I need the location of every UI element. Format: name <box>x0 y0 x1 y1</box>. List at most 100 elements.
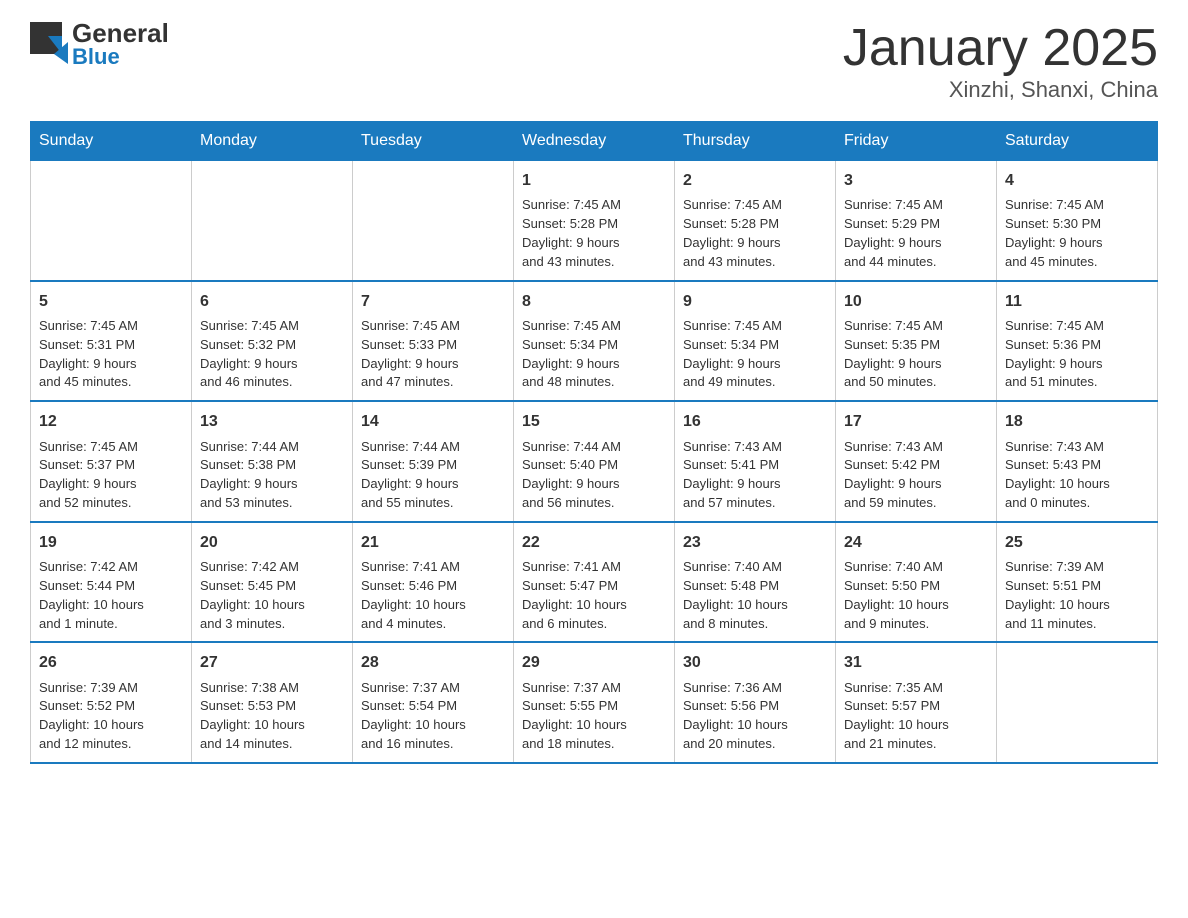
day-number: 15 <box>522 410 666 433</box>
calendar-cell: 3 Sunrise: 7:45 AM Sunset: 5:29 PM Daylig… <box>836 161 997 281</box>
calendar-cell: 15 Sunrise: 7:44 AM Sunset: 5:40 PM Dayli… <box>514 401 675 522</box>
calendar-cell: 6 Sunrise: 7:45 AM Sunset: 5:32 PM Daylig… <box>192 281 353 402</box>
day-info: Sunrise: 7:45 AM Sunset: 5:34 PM Dayligh… <box>683 317 827 392</box>
calendar-cell: 13 Sunrise: 7:44 AM Sunset: 5:38 PM Dayli… <box>192 401 353 522</box>
weekday-header-wednesday: Wednesday <box>514 122 675 161</box>
calendar-title: January 2025 <box>843 20 1158 77</box>
calendar-cell: 16Sunrise: 7:43 AM Sunset: 5:41 PM Dayli… <box>675 401 836 522</box>
day-info: Sunrise: 7:39 AM Sunset: 5:51 PM Dayligh… <box>1005 558 1149 633</box>
calendar-cell: 30 Sunrise: 7:36 AM Sunset: 5:56 PM Dayli… <box>675 642 836 763</box>
calendar-cell: 26Sunrise: 7:39 AM Sunset: 5:52 PM Dayli… <box>31 642 192 763</box>
calendar-week-3: 12 Sunrise: 7:45 AM Sunset: 5:37 PM Dayli… <box>31 401 1158 522</box>
day-number: 10 <box>844 290 988 313</box>
calendar-cell: 14 Sunrise: 7:44 AM Sunset: 5:39 PM Dayli… <box>353 401 514 522</box>
calendar-cell <box>997 642 1158 763</box>
day-info: Sunrise: 7:44 AM Sunset: 5:39 PM Dayligh… <box>361 438 505 513</box>
weekday-header-sunday: Sunday <box>31 122 192 161</box>
day-info: Sunrise: 7:43 AM Sunset: 5:43 PM Dayligh… <box>1005 438 1149 513</box>
day-number: 1 <box>522 169 666 192</box>
day-number: 3 <box>844 169 988 192</box>
calendar-cell: 17 Sunrise: 7:43 AM Sunset: 5:42 PM Dayli… <box>836 401 997 522</box>
day-info: Sunrise: 7:45 AM Sunset: 5:28 PM Dayligh… <box>683 196 827 271</box>
calendar-cell: 18Sunrise: 7:43 AM Sunset: 5:43 PM Dayli… <box>997 401 1158 522</box>
day-info: Sunrise: 7:45 AM Sunset: 5:35 PM Dayligh… <box>844 317 988 392</box>
day-info: Sunrise: 7:45 AM Sunset: 5:29 PM Dayligh… <box>844 196 988 271</box>
calendar-cell <box>192 161 353 281</box>
calendar-cell: 10 Sunrise: 7:45 AM Sunset: 5:35 PM Dayli… <box>836 281 997 402</box>
day-info: Sunrise: 7:35 AM Sunset: 5:57 PM Dayligh… <box>844 679 988 754</box>
day-info: Sunrise: 7:40 AM Sunset: 5:48 PM Dayligh… <box>683 558 827 633</box>
logo-general-text: General <box>72 20 169 46</box>
day-number: 24 <box>844 531 988 554</box>
day-info: Sunrise: 7:45 AM Sunset: 5:32 PM Dayligh… <box>200 317 344 392</box>
day-info: Sunrise: 7:37 AM Sunset: 5:54 PM Dayligh… <box>361 679 505 754</box>
calendar-cell: 7Sunrise: 7:45 AM Sunset: 5:33 PM Daylig… <box>353 281 514 402</box>
day-info: Sunrise: 7:38 AM Sunset: 5:53 PM Dayligh… <box>200 679 344 754</box>
weekday-header-saturday: Saturday <box>997 122 1158 161</box>
calendar-cell: 28 Sunrise: 7:37 AM Sunset: 5:54 PM Dayli… <box>353 642 514 763</box>
day-number: 2 <box>683 169 827 192</box>
day-number: 13 <box>200 410 344 433</box>
day-info: Sunrise: 7:45 AM Sunset: 5:31 PM Dayligh… <box>39 317 183 392</box>
logo: General Blue <box>30 20 169 70</box>
day-info: Sunrise: 7:37 AM Sunset: 5:55 PM Dayligh… <box>522 679 666 754</box>
calendar-week-4: 19Sunrise: 7:42 AM Sunset: 5:44 PM Dayli… <box>31 522 1158 643</box>
day-number: 31 <box>844 651 988 674</box>
weekday-header-thursday: Thursday <box>675 122 836 161</box>
day-number: 26 <box>39 651 183 674</box>
day-info: Sunrise: 7:45 AM Sunset: 5:28 PM Dayligh… <box>522 196 666 271</box>
calendar-cell: 8 Sunrise: 7:45 AM Sunset: 5:34 PM Daylig… <box>514 281 675 402</box>
day-number: 7 <box>361 290 505 313</box>
day-info: Sunrise: 7:40 AM Sunset: 5:50 PM Dayligh… <box>844 558 988 633</box>
page-header: General Blue January 2025 Xinzhi, Shanxi… <box>30 20 1158 103</box>
calendar-cell: 23 Sunrise: 7:40 AM Sunset: 5:48 PM Dayli… <box>675 522 836 643</box>
calendar-cell: 4 Sunrise: 7:45 AM Sunset: 5:30 PM Daylig… <box>997 161 1158 281</box>
calendar-cell: 22Sunrise: 7:41 AM Sunset: 5:47 PM Dayli… <box>514 522 675 643</box>
day-number: 23 <box>683 531 827 554</box>
calendar-table: SundayMondayTuesdayWednesdayThursdayFrid… <box>30 121 1158 764</box>
day-number: 12 <box>39 410 183 433</box>
day-number: 9 <box>683 290 827 313</box>
day-info: Sunrise: 7:44 AM Sunset: 5:38 PM Dayligh… <box>200 438 344 513</box>
day-info: Sunrise: 7:36 AM Sunset: 5:56 PM Dayligh… <box>683 679 827 754</box>
day-number: 8 <box>522 290 666 313</box>
calendar-week-1: 1 Sunrise: 7:45 AM Sunset: 5:28 PM Daylig… <box>31 161 1158 281</box>
day-number: 27 <box>200 651 344 674</box>
weekday-header-friday: Friday <box>836 122 997 161</box>
calendar-cell: 19Sunrise: 7:42 AM Sunset: 5:44 PM Dayli… <box>31 522 192 643</box>
title-block: January 2025 Xinzhi, Shanxi, China <box>843 20 1158 103</box>
calendar-cell: 21 Sunrise: 7:41 AM Sunset: 5:46 PM Dayli… <box>353 522 514 643</box>
calendar-week-2: 5 Sunrise: 7:45 AM Sunset: 5:31 PM Daylig… <box>31 281 1158 402</box>
calendar-cell: 24 Sunrise: 7:40 AM Sunset: 5:50 PM Dayli… <box>836 522 997 643</box>
day-number: 21 <box>361 531 505 554</box>
calendar-header-row: SundayMondayTuesdayWednesdayThursdayFrid… <box>31 122 1158 161</box>
day-info: Sunrise: 7:45 AM Sunset: 5:34 PM Dayligh… <box>522 317 666 392</box>
calendar-cell: 27 Sunrise: 7:38 AM Sunset: 5:53 PM Dayli… <box>192 642 353 763</box>
day-info: Sunrise: 7:43 AM Sunset: 5:42 PM Dayligh… <box>844 438 988 513</box>
day-number: 6 <box>200 290 344 313</box>
calendar-cell: 1 Sunrise: 7:45 AM Sunset: 5:28 PM Daylig… <box>514 161 675 281</box>
day-number: 28 <box>361 651 505 674</box>
calendar-cell: 31 Sunrise: 7:35 AM Sunset: 5:57 PM Dayli… <box>836 642 997 763</box>
calendar-cell <box>353 161 514 281</box>
calendar-cell: 11Sunrise: 7:45 AM Sunset: 5:36 PM Dayli… <box>997 281 1158 402</box>
day-number: 16 <box>683 410 827 433</box>
day-info: Sunrise: 7:45 AM Sunset: 5:37 PM Dayligh… <box>39 438 183 513</box>
day-number: 29 <box>522 651 666 674</box>
day-number: 25 <box>1005 531 1149 554</box>
weekday-header-tuesday: Tuesday <box>353 122 514 161</box>
day-number: 30 <box>683 651 827 674</box>
day-number: 19 <box>39 531 183 554</box>
day-info: Sunrise: 7:45 AM Sunset: 5:30 PM Dayligh… <box>1005 196 1149 271</box>
day-info: Sunrise: 7:44 AM Sunset: 5:40 PM Dayligh… <box>522 438 666 513</box>
calendar-cell: 12 Sunrise: 7:45 AM Sunset: 5:37 PM Dayli… <box>31 401 192 522</box>
calendar-cell: 20Sunrise: 7:42 AM Sunset: 5:45 PM Dayli… <box>192 522 353 643</box>
day-info: Sunrise: 7:41 AM Sunset: 5:46 PM Dayligh… <box>361 558 505 633</box>
day-number: 4 <box>1005 169 1149 192</box>
day-number: 17 <box>844 410 988 433</box>
calendar-cell: 9 Sunrise: 7:45 AM Sunset: 5:34 PM Daylig… <box>675 281 836 402</box>
day-info: Sunrise: 7:42 AM Sunset: 5:45 PM Dayligh… <box>200 558 344 633</box>
day-number: 14 <box>361 410 505 433</box>
calendar-cell: 2 Sunrise: 7:45 AM Sunset: 5:28 PM Daylig… <box>675 161 836 281</box>
day-number: 5 <box>39 290 183 313</box>
